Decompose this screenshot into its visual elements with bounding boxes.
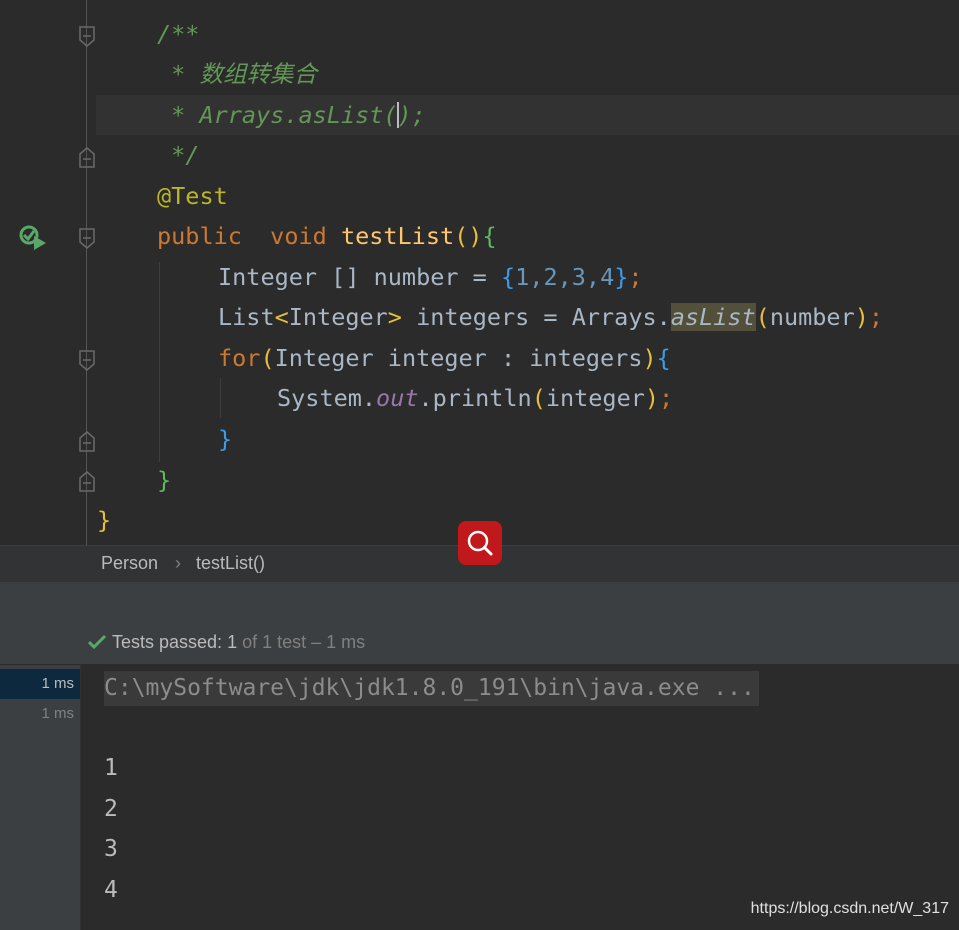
paren-token: ( [260,344,275,372]
brace-token: } [218,425,233,453]
code-line[interactable]: /** [157,14,199,54]
indent-guide [220,378,221,418]
code-line[interactable]: public void testList(){ [157,216,497,256]
comment-token: /** [157,20,200,48]
brace-token: { [656,344,671,372]
bracket-token: > [387,303,402,331]
test-time-row[interactable]: 1 ms [0,699,80,729]
punct-token: , [585,263,601,291]
code-token: List [218,303,275,331]
code-line[interactable]: * Arrays.asList(); [157,95,426,135]
console-command-line: C:\mySoftware\jdk\jdk1.8.0_191\bin\java.… [104,671,759,706]
number-token: 1 [515,263,530,291]
paren-token: ) [468,222,483,250]
brace-token: } [614,263,629,291]
console-output-line: 4 [104,877,118,903]
tests-passed-count: 1 [227,632,238,652]
paren-token: ) [854,303,869,331]
tests-summary: of 1 test – 1 ms [242,632,366,652]
number-token: 4 [600,263,615,291]
code-token: integer [545,384,645,412]
paren-token: ) [644,384,660,412]
breadcrumb-item-class[interactable]: Person [101,553,158,574]
paren-token: ( [755,303,770,331]
comment-token: * 数组转集合 [157,60,317,88]
run-test-icon[interactable] [18,224,48,252]
number-token: 2 [543,263,558,291]
keyword-token: public [157,222,242,250]
code-line[interactable]: System.out.println(integer); [277,378,673,418]
code-line[interactable]: @Test [157,176,228,216]
bracket-token: < [274,303,289,331]
number-token: 3 [571,263,586,291]
comment-token: */ [157,141,200,169]
console-output[interactable]: C:\mySoftware\jdk\jdk1.8.0_191\bin\java.… [81,665,959,930]
paren-token: ) [642,344,657,372]
annotation-token: @Test [157,182,228,210]
paren-token: ( [531,384,546,412]
test-time-row[interactable]: 1 ms [0,669,80,699]
breadcrumb-separator: › [175,553,181,573]
breadcrumb-item-method[interactable]: testList() [196,553,265,574]
fold-marker-icon[interactable] [78,146,96,168]
test-results-tree: 1 ms 1 ms [0,665,81,930]
static-field-token: out [376,384,419,412]
fold-marker-icon[interactable] [78,228,96,250]
code-line[interactable]: * 数组转集合 [157,54,317,94]
code-token: number [769,303,855,331]
tests-status: Tests passed: 1 of 1 test – 1 ms [88,632,365,653]
punct-token: , [529,263,544,291]
fold-marker-icon[interactable] [78,350,96,372]
semicolon-token: ; [628,263,643,291]
paren-token: ( [454,222,469,250]
fold-marker-icon[interactable] [78,430,96,452]
indent-guide [159,262,160,462]
code-line[interactable]: */ [157,135,199,175]
brace-token: } [157,466,172,494]
tests-label: Tests passed: [112,632,223,652]
highlighted-method-token: asList [670,303,756,331]
console-output-line: 3 [104,836,118,862]
semicolon-token: ; [659,384,674,412]
fold-marker-icon[interactable] [78,26,96,48]
code-editor[interactable]: /** * 数组转集合 * Arrays.asList(); */ @Test … [0,0,959,545]
code-line[interactable]: } [157,460,171,500]
code-line[interactable]: } [97,500,111,540]
code-token: Integer integer : integers [274,344,643,372]
console-output-line: 2 [104,796,118,822]
checkmark-icon [88,634,106,650]
brace-token: { [500,263,516,291]
comment-token: ); [397,101,426,129]
console-output-line: 1 [104,755,118,781]
fold-marker-icon[interactable] [78,470,96,492]
code-line[interactable]: Integer [] number = {1,2,3,4}; [218,257,643,297]
gutter-separator [86,0,87,545]
watermark: https://blog.csdn.net/W_317 [750,900,949,917]
comment-token: * Arrays.asList( [157,101,398,129]
punct-token: , [557,263,572,291]
code-token: System. [277,384,377,412]
semicolon-token: ; [868,303,884,331]
code-line[interactable]: for(Integer integer : integers){ [218,338,671,378]
code-token: Integer [288,303,388,331]
code-line[interactable]: List<Integer> integers = Arrays.asList(n… [218,297,883,337]
code-token: .println [418,384,532,412]
code-line[interactable]: } [218,419,232,459]
search-button[interactable] [458,521,502,565]
method-name-token: testList [340,222,455,250]
keyword-token: for [218,344,261,372]
brace-token: { [482,222,497,250]
code-token: Integer [] number = [218,263,501,291]
brace-token: } [97,506,112,534]
search-icon [467,530,493,556]
keyword-token: void [241,222,341,250]
code-token: integers = Arrays. [401,303,671,331]
